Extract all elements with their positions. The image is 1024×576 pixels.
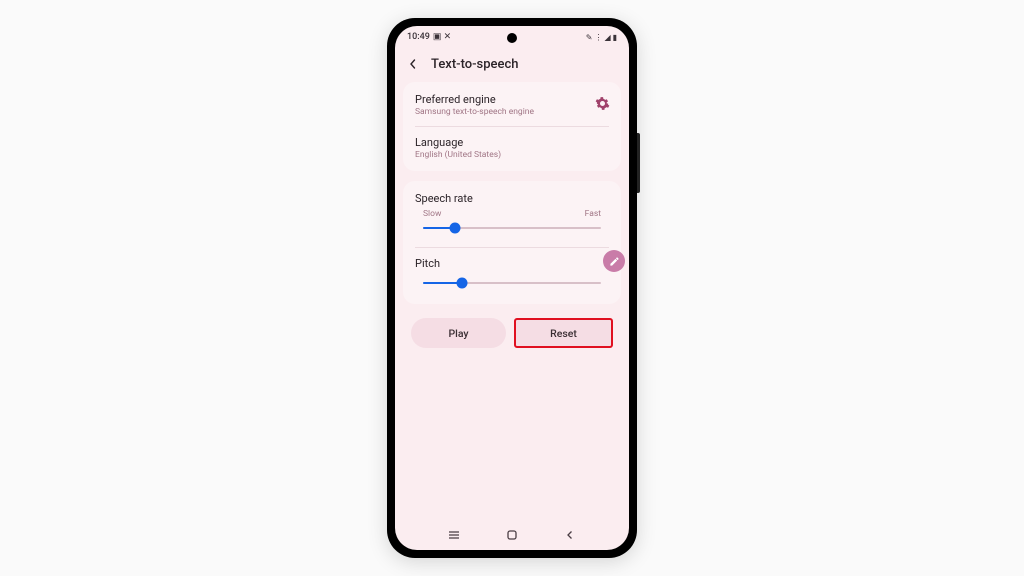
reset-button[interactable]: Reset	[514, 318, 613, 348]
back-icon	[565, 530, 575, 540]
speech-rate-label: Speech rate	[415, 192, 609, 205]
preferred-engine-row[interactable]: Preferred engine Samsung text-to-speech …	[403, 84, 621, 126]
play-button[interactable]: Play	[411, 318, 506, 348]
gear-icon	[595, 96, 610, 111]
pitch-row: Pitch	[403, 248, 621, 302]
page-header: Text-to-speech	[395, 48, 629, 82]
pitch-slider[interactable]	[423, 276, 601, 290]
nav-home[interactable]	[502, 529, 522, 541]
phone-frame: 10:49 ▣ ✕ ✎ ⋮ ◢ ▮ Text-to-speech Preferr…	[387, 18, 637, 558]
pitch-thumb[interactable]	[457, 278, 468, 289]
engine-card: Preferred engine Samsung text-to-speech …	[403, 82, 621, 171]
language-value: English (United States)	[415, 150, 609, 160]
speech-rate-min: Slow	[423, 209, 441, 219]
engine-label: Preferred engine	[415, 93, 609, 106]
status-time: 10:49	[407, 32, 430, 42]
speech-rate-slider[interactable]	[423, 221, 601, 235]
navigation-bar	[395, 522, 629, 550]
chevron-left-icon	[408, 59, 418, 69]
language-label: Language	[415, 136, 609, 149]
speech-rate-thumb[interactable]	[450, 223, 461, 234]
button-row: Play Reset	[403, 314, 621, 352]
speech-rate-endpoints: Slow Fast	[415, 209, 609, 219]
home-icon	[506, 529, 518, 541]
page-title: Text-to-speech	[431, 57, 518, 72]
engine-value: Samsung text-to-speech engine	[415, 107, 609, 117]
front-camera	[507, 33, 517, 43]
speech-rate-row: Speech rate Slow Fast	[403, 183, 621, 247]
engine-settings-button[interactable]	[593, 94, 611, 112]
back-button[interactable]	[405, 56, 421, 72]
pitch-label: Pitch	[415, 257, 609, 270]
status-left-icons: ▣ ✕	[433, 32, 451, 42]
screen: 10:49 ▣ ✕ ✎ ⋮ ◢ ▮ Text-to-speech Preferr…	[395, 26, 629, 550]
edit-fab[interactable]	[603, 250, 625, 272]
content: Preferred engine Samsung text-to-speech …	[395, 82, 629, 522]
nav-back[interactable]	[560, 529, 580, 541]
status-right-icons: ✎ ⋮ ◢ ▮	[586, 33, 617, 42]
recents-icon	[447, 530, 461, 540]
language-row[interactable]: Language English (United States)	[403, 127, 621, 169]
nav-recents[interactable]	[444, 529, 464, 541]
sliders-card: Speech rate Slow Fast	[403, 181, 621, 304]
speech-rate-max: Fast	[585, 209, 601, 219]
pencil-icon	[609, 256, 620, 267]
side-button	[637, 133, 640, 193]
